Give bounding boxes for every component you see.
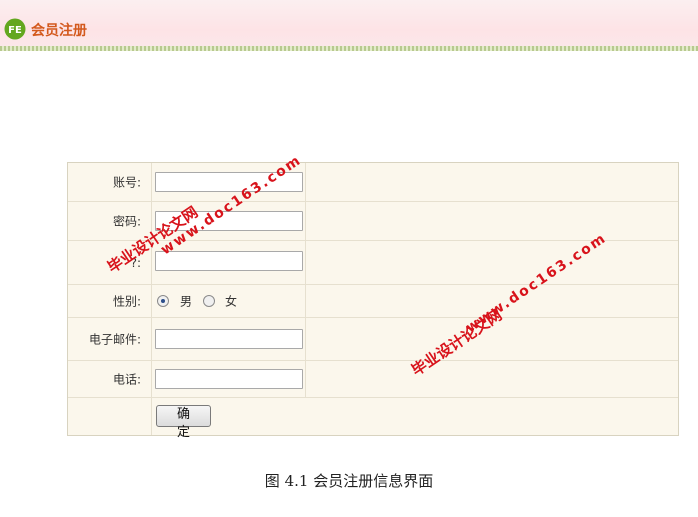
label-cell: 账号: — [68, 163, 152, 201]
label-cell — [68, 398, 152, 435]
gender-female-radio[interactable] — [203, 295, 215, 307]
gender-male-radio[interactable] — [157, 295, 169, 307]
phone-label: 电话: — [112, 372, 141, 387]
gender-label: 性别: — [112, 294, 141, 309]
form-row-email: 电子邮件: — [68, 318, 678, 361]
figure-caption: 图 4.1 会员注册信息界面 — [264, 472, 434, 490]
form-row-account: 账号: — [68, 163, 678, 202]
form-row-gender: 性别: 男 女 — [68, 285, 678, 318]
label-cell: 电子邮件: — [68, 318, 152, 360]
header-bar — [0, 0, 698, 50]
field-cell — [152, 318, 306, 360]
form-row-phone: 电话: — [68, 361, 678, 398]
phone-input[interactable] — [155, 369, 303, 389]
gender-male-label: 男 — [180, 294, 193, 309]
logo-text: FE — [8, 25, 22, 36]
email-input[interactable] — [155, 329, 303, 349]
registration-form: 账号: 密码: ?: 性别: 男 女 电子邮件: 电话: 确 定 — [67, 162, 679, 440]
page: FE 会员注册 账号: 密码: ?: 性别: 男 女 电子邮件: 电话: 确 定… — [0, 0, 698, 517]
fe-logo-icon: FE — [4, 18, 26, 40]
field-cell: 男 女 — [152, 285, 306, 317]
label-cell: 电话: — [68, 361, 152, 397]
form-row-submit: 确 定 — [68, 398, 678, 440]
submit-button[interactable]: 确 定 — [156, 405, 211, 440]
account-label: 账号: — [112, 175, 141, 190]
gender-female-label: 女 — [225, 294, 238, 309]
label-cell: 性别: — [68, 285, 152, 317]
confirm-password-input[interactable] — [155, 251, 303, 271]
email-label: 电子邮件: — [88, 332, 141, 347]
field-cell — [152, 361, 306, 397]
password-label: 密码: — [112, 214, 141, 229]
page-title: 会员注册 — [31, 23, 87, 39]
header-divider — [0, 46, 698, 51]
